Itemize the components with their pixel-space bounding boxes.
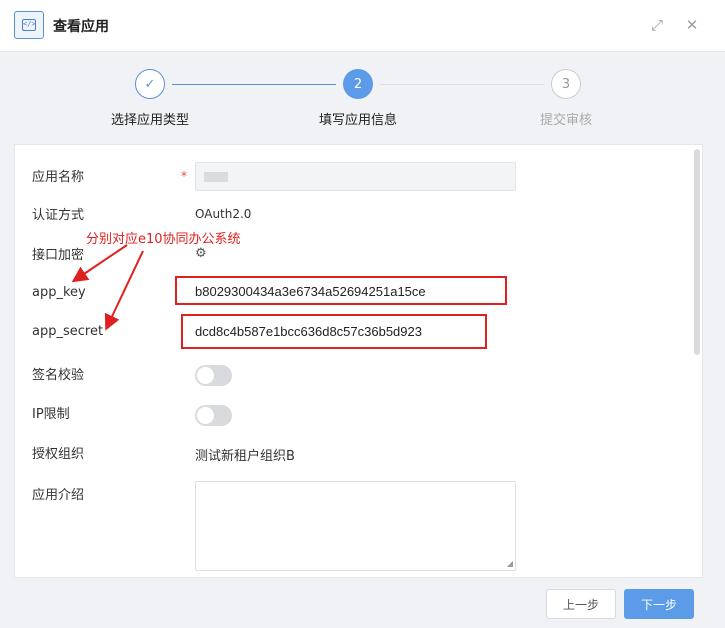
signature-label: 签名校验: [32, 368, 85, 383]
view-app-dialog: </> 查看应用 ⤢ ✕ ✓ 2 3 选择应用类型 填写应用信息 提交审核 应用…: [0, 0, 725, 628]
step-indicator: ✓ 2 3 选择应用类型 填写应用信息 提交审核: [0, 53, 725, 143]
app-key-value: b8029300434a3e6734a52694251a15ce: [195, 284, 426, 299]
step-3-number: 3: [551, 69, 581, 99]
expand-icon[interactable]: ⤢: [649, 17, 665, 33]
step-1-label: 选择应用类型: [110, 113, 189, 128]
close-icon[interactable]: ✕: [684, 17, 700, 33]
annotation-text: 分别对应e10协同办公系统: [86, 232, 241, 247]
form-panel: 应用名称 * 认证方式 OAuth2.0 接口加密 ⚙ 分别对应e10协同办公系…: [14, 144, 703, 578]
required-mark: *: [181, 169, 187, 183]
encryption-label: 接口加密: [32, 248, 85, 263]
next-step-button[interactable]: 下一步: [624, 589, 694, 619]
signature-toggle[interactable]: [195, 365, 232, 386]
gear-icon[interactable]: ⚙: [195, 246, 207, 261]
step-3-label: 提交审核: [539, 113, 592, 128]
dialog-header: </> 查看应用 ⤢ ✕: [0, 0, 725, 52]
step-1-check-icon: ✓: [135, 69, 165, 99]
prev-step-button[interactable]: 上一步: [546, 589, 616, 619]
app-secret-label: app_secret: [32, 324, 104, 339]
auth-method-label: 认证方式: [32, 208, 85, 223]
step-2-label: 填写应用信息: [318, 113, 397, 128]
step-connector-2: [380, 84, 544, 85]
toggle-knob: [197, 407, 214, 424]
app-name-label: 应用名称: [32, 170, 85, 185]
code-window-icon: </>: [14, 11, 44, 39]
code-icon-glyph: </>: [22, 19, 36, 31]
resize-grip-icon[interactable]: ◢: [507, 560, 513, 568]
ip-limit-label: IP限制: [32, 407, 70, 422]
app-key-label: app_key: [32, 285, 86, 300]
app-secret-value: dcd8c4b587e1bcc636d8c57c36b5d923: [195, 324, 422, 339]
step-2-number: 2: [343, 69, 373, 99]
auth-method-value: OAuth2.0: [195, 207, 252, 221]
redacted-value: [204, 172, 228, 182]
org-label: 授权组织: [32, 447, 85, 462]
intro-label: 应用介绍: [32, 488, 85, 503]
ip-limit-toggle[interactable]: [195, 405, 232, 426]
toggle-knob: [197, 367, 214, 384]
scrollbar[interactable]: [694, 149, 700, 569]
dialog-title: 查看应用: [53, 19, 109, 35]
app-name-input[interactable]: [195, 162, 516, 191]
org-value: 测试新租户组织B: [195, 449, 295, 464]
arrow-to-app-secret: [104, 250, 144, 331]
step-connector-1: [172, 84, 336, 85]
scrollbar-thumb[interactable]: [694, 149, 700, 355]
intro-textarea[interactable]: ◢: [195, 481, 516, 571]
